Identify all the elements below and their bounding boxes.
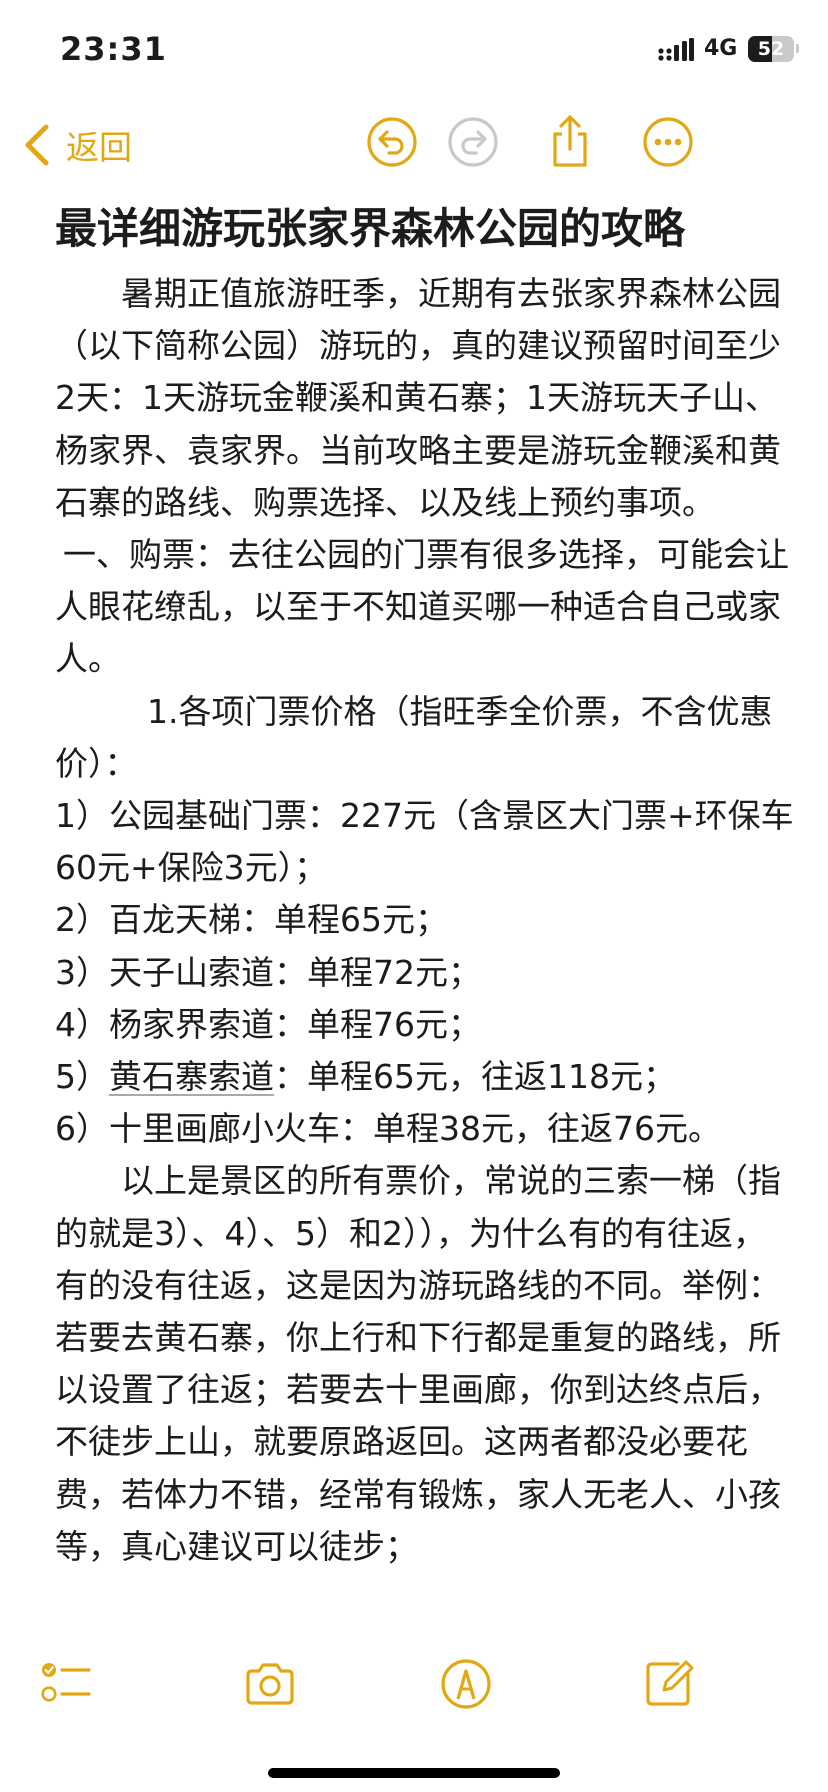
camera-button[interactable]	[242, 1656, 298, 1712]
redo-button[interactable]	[445, 114, 501, 170]
note-paragraph: 1.各项门票价格（指旺季全价票，不含优惠价）：	[55, 691, 773, 783]
more-icon	[643, 117, 693, 167]
note-list-item: 2）百龙天梯：单程65元；	[55, 900, 448, 940]
checklist-icon	[41, 1663, 91, 1702]
note-title[interactable]: 最详细游玩张家界森林公园的攻略	[55, 190, 795, 268]
compose-icon	[646, 1660, 694, 1706]
redo-icon	[448, 117, 498, 167]
list-item-rest: ：单程65元，往返118元；	[274, 1057, 676, 1097]
back-label: 返回	[66, 128, 132, 167]
markup-button[interactable]	[438, 1656, 494, 1712]
list-item-prefix: 5）	[55, 1057, 109, 1097]
note-list-item: 1）公园基础门票：227元（含景区大门票+环保车60元+保险3元）；	[55, 796, 794, 888]
undo-button[interactable]	[364, 114, 420, 170]
share-button[interactable]	[542, 114, 598, 170]
note-body[interactable]: 暑期正值旅游旺季，近期有去张家界森林公园（以下简称公园）游玩的，真的建议预留时间…	[55, 268, 795, 1573]
nav-bar: 返回	[0, 100, 828, 190]
battery-cap	[796, 44, 799, 53]
note-list-item: 5）黄石寨索道：单程65元，往返118元；	[55, 1051, 795, 1103]
compose-button[interactable]	[640, 1656, 696, 1712]
network-type: 4G	[704, 36, 738, 61]
chevron-left-icon	[25, 124, 49, 166]
battery-percent: 52	[757, 38, 785, 60]
note-editor[interactable]: 最详细游玩张家界森林公园的攻略 暑期正值旅游旺季，近期有去张家界森林公园（以下简…	[55, 190, 795, 1573]
cellular-signal-icon	[658, 38, 694, 61]
underlined-text[interactable]: 黄石寨索道	[109, 1057, 274, 1096]
note-paragraph: 暑期正值旅游旺季，近期有去张家界森林公园（以下简称公园）游玩的，真的建议预留时间…	[55, 274, 781, 522]
note-paragraph: 一、购票：去往公园的门票有很多选择，可能会让人眼花缭乱，以至于不知道买哪一种适合…	[55, 535, 789, 679]
note-paragraph: 以上是景区的所有票价，常说的三索一梯（指的就是3）、4）、5）和2）），为什么有…	[55, 1161, 781, 1566]
home-indicator	[268, 1768, 560, 1778]
battery-icon: 52	[748, 36, 794, 62]
checklist-button[interactable]	[40, 1656, 96, 1712]
note-list-item: 4）杨家界索道：单程76元；	[55, 1004, 481, 1044]
undo-icon	[367, 117, 417, 167]
markup-icon	[441, 1659, 491, 1709]
status-time: 23:31	[60, 30, 167, 68]
more-button[interactable]	[640, 114, 696, 170]
status-bar: 23:31 4G 52	[0, 0, 828, 100]
note-list-item: 6）十里画廊小火车：单程38元，往返76元。	[55, 1109, 721, 1149]
camera-icon	[246, 1663, 294, 1705]
back-button[interactable]: 返回	[22, 118, 132, 172]
note-list-item: 3）天子山索道：单程72元；	[55, 952, 481, 992]
share-icon	[553, 115, 587, 167]
